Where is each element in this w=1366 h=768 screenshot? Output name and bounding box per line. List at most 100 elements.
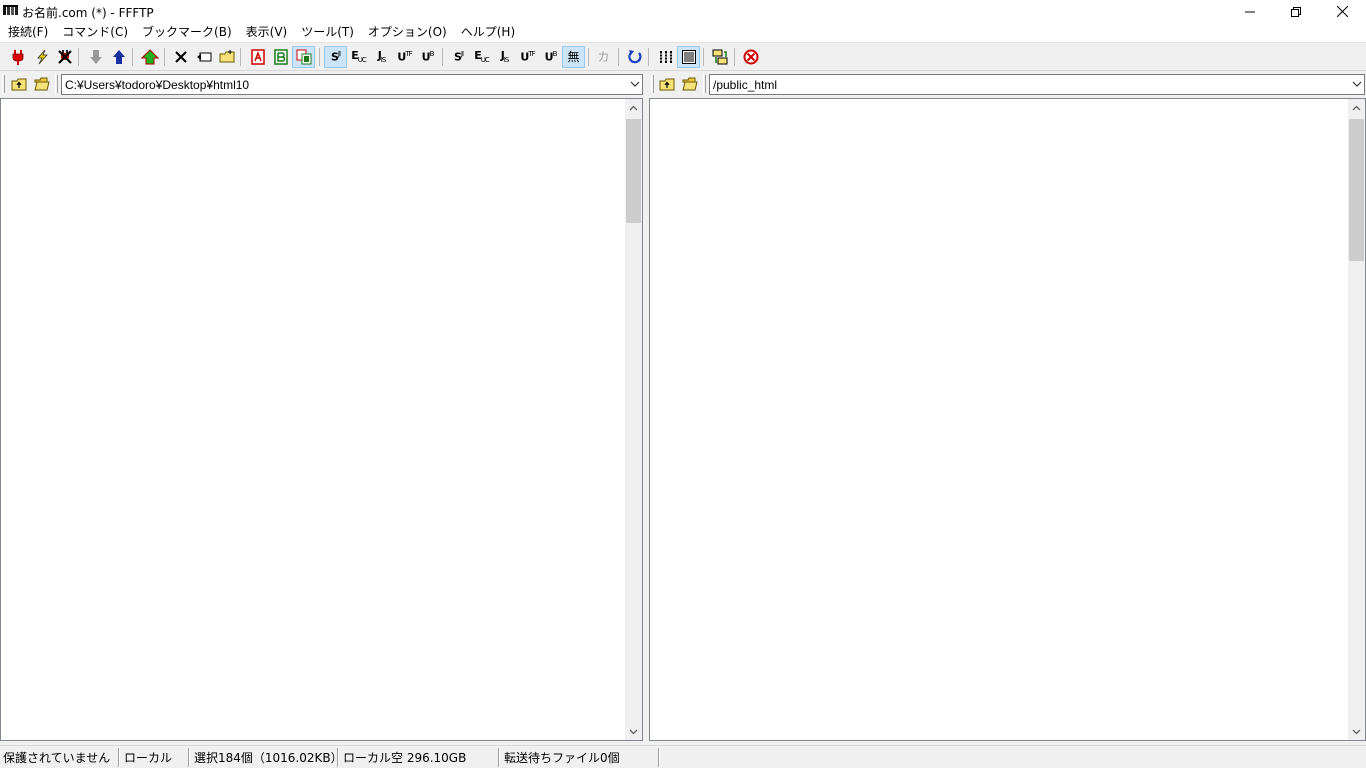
list-view-button[interactable] (654, 46, 677, 68)
refresh-button[interactable] (623, 46, 646, 68)
window-title: お名前.com (*) - FFFTP (22, 6, 154, 20)
kanji-utf8bom-icon: UB (421, 50, 435, 64)
local-open-folder-button[interactable] (32, 75, 52, 93)
chevron-down-icon (629, 729, 638, 734)
chevron-up-icon (1352, 105, 1361, 110)
menu-view[interactable]: 表示(V) (239, 23, 295, 42)
download-icon (89, 50, 102, 64)
chevron-down-icon[interactable] (630, 81, 640, 88)
status-selection: 選択184個（1016.02KB） (194, 751, 343, 765)
auto-mode-button[interactable] (292, 46, 315, 68)
host-kanji-jis-button[interactable]: JIS (370, 46, 393, 68)
sync-folders-icon (712, 49, 727, 65)
kanji-jis-icon: JIS (500, 48, 510, 65)
kanji-sjis-icon: SJI (453, 50, 464, 64)
scroll-thumb[interactable] (1349, 119, 1364, 261)
menu-connect[interactable]: 接続(F) (1, 23, 55, 42)
remote-file-list[interactable] (649, 98, 1366, 741)
host-kanji-utf8bom-button[interactable]: UB (416, 46, 439, 68)
chevron-down-icon (1352, 729, 1361, 734)
delete-button[interactable] (169, 46, 192, 68)
stop-icon (743, 49, 758, 65)
remote-path-value: /public_html (713, 78, 778, 92)
upload-button[interactable] (107, 46, 130, 68)
kanji-euc-icon: EUC (351, 48, 367, 65)
remote-path-bar: /public_html (649, 72, 1366, 96)
detail-view-button[interactable] (677, 46, 700, 68)
local-path-value: C:¥Users¥todoro¥Desktop¥html10 (65, 78, 250, 92)
disconnect-icon (57, 50, 72, 64)
local-path-combo[interactable]: C:¥Users¥todoro¥Desktop¥html10 (61, 74, 643, 95)
close-button[interactable] (1319, 0, 1365, 23)
host-kanji-sjis-button[interactable]: SJI (324, 46, 347, 68)
mirror-upload-button[interactable] (138, 46, 161, 68)
menu-bar: 接続(F) コマンド(C) ブックマーク(B) 表示(V) ツール(T) オプシ… (0, 23, 1366, 42)
menu-tools[interactable]: ツール(T) (294, 23, 361, 42)
local-file-list[interactable] (0, 98, 643, 741)
scroll-thumb[interactable] (626, 119, 641, 223)
remote-open-folder-button[interactable] (680, 75, 700, 93)
host-kanji-euc-button[interactable]: EUC (347, 46, 370, 68)
detail-view-icon (681, 50, 696, 64)
kanji-jis-icon: JIS (377, 48, 387, 65)
sync-folders-button[interactable] (708, 46, 731, 68)
local-path-bar: C:¥Users¥todoro¥Desktop¥html10 (0, 72, 645, 96)
download-button[interactable] (84, 46, 107, 68)
remote-parent-folder-button[interactable] (657, 75, 677, 93)
connect-button[interactable] (6, 46, 29, 68)
local-kanji-none-button[interactable]: 無 (562, 46, 585, 68)
scroll-down-button[interactable] (1348, 723, 1365, 740)
scroll-up-button[interactable] (1348, 99, 1365, 116)
scroll-up-button[interactable] (625, 99, 642, 116)
mkdir-button[interactable] (215, 46, 238, 68)
rename-button[interactable] (192, 46, 215, 68)
host-kanji-utf8n-button[interactable]: UTF (393, 46, 416, 68)
local-kanji-utf8n-button[interactable]: UTF (516, 46, 539, 68)
local-parent-folder-button[interactable] (9, 75, 29, 93)
title-bar: お名前.com (*) - FFFTP (0, 0, 1366, 23)
refresh-icon (627, 50, 641, 64)
remote-scrollbar[interactable] (1348, 99, 1365, 740)
restore-icon (1291, 6, 1301, 17)
kanji-utf8n-icon: UTF (397, 50, 412, 64)
auto-mode-icon (296, 49, 311, 65)
minimize-icon (1245, 11, 1255, 12)
stop-button[interactable] (739, 46, 762, 68)
restore-button[interactable] (1273, 0, 1319, 23)
menu-help[interactable]: ヘルプ(H) (454, 23, 522, 42)
kana-convert-icon: カ (597, 50, 610, 64)
remote-path-combo[interactable]: /public_html (709, 74, 1365, 95)
connect-icon (12, 50, 23, 65)
delete-icon (174, 51, 187, 63)
binary-mode-button[interactable] (269, 46, 292, 68)
toolbar: SJI EUC JIS UTF UB SJI EUC JIS UTF UB 無 … (0, 42, 1366, 71)
menu-bookmark[interactable]: ブックマーク(B) (135, 23, 239, 42)
minimize-button[interactable] (1227, 0, 1273, 23)
folder-up-icon (11, 78, 27, 91)
chevron-down-icon[interactable] (1352, 81, 1362, 88)
kana-convert-button[interactable]: カ (592, 46, 615, 68)
local-kanji-sjis-button[interactable]: SJI (447, 46, 470, 68)
kanji-sjis-icon: SJI (330, 50, 341, 64)
kanji-none-icon: 無 (567, 50, 580, 64)
local-kanji-euc-button[interactable]: EUC (470, 46, 493, 68)
list-view-icon (658, 51, 673, 63)
menu-options[interactable]: オプション(O) (361, 23, 454, 42)
folder-open-icon (34, 77, 50, 91)
ascii-mode-button[interactable] (246, 46, 269, 68)
kanji-utf8n-icon: UTF (520, 50, 535, 64)
binary-mode-icon (273, 49, 288, 65)
local-scrollbar[interactable] (625, 99, 642, 740)
local-kanji-utf8bom-button[interactable]: UB (539, 46, 562, 68)
quick-connect-icon (36, 49, 48, 65)
status-local-free: ローカル空 296.10GB (343, 751, 467, 765)
quick-connect-button[interactable] (30, 46, 53, 68)
scroll-down-button[interactable] (625, 723, 642, 740)
kanji-utf8bom-icon: UB (544, 50, 558, 64)
disconnect-button[interactable] (53, 46, 76, 68)
local-kanji-jis-button[interactable]: JIS (493, 46, 516, 68)
rename-icon (196, 52, 211, 62)
chevron-up-icon (629, 105, 638, 110)
status-queue: 転送待ちファイル0個 (504, 751, 620, 765)
menu-command[interactable]: コマンド(C) (55, 23, 135, 42)
